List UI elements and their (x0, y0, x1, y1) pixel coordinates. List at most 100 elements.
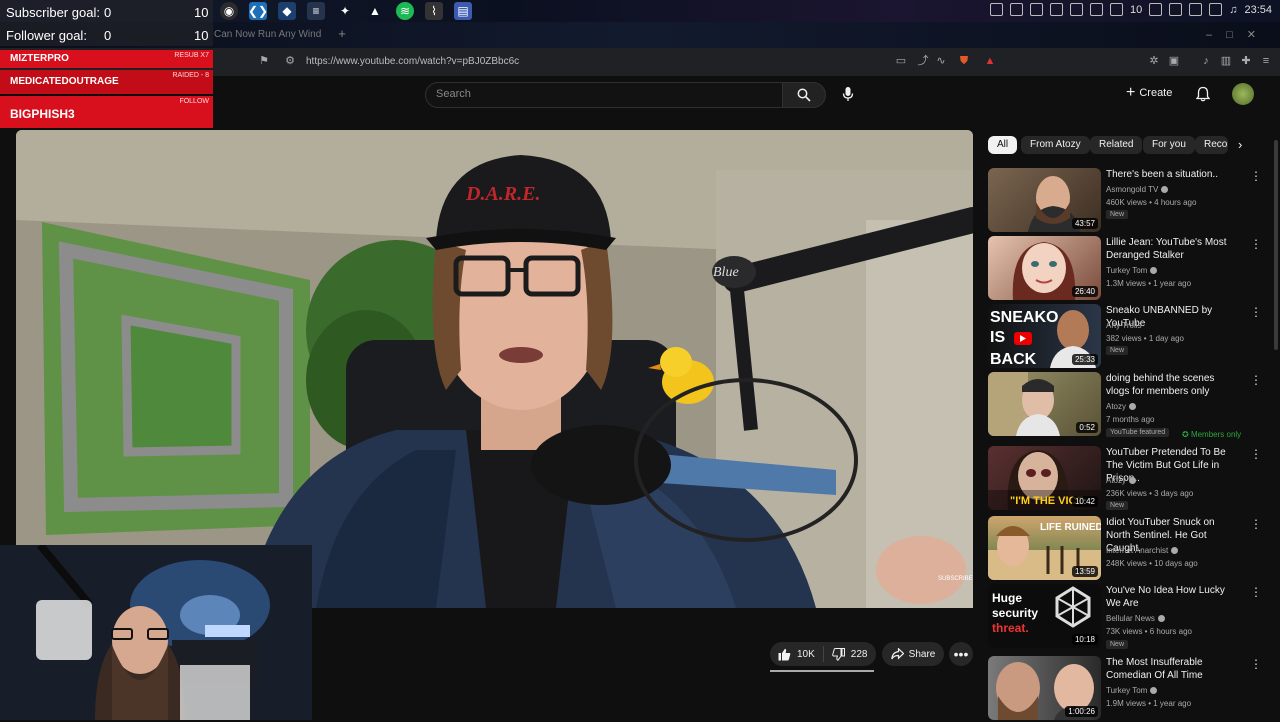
playlist-icon[interactable]: ♪ (1200, 55, 1212, 67)
list-item[interactable]: 0:52 doing behind the scenes vlogs for m… (988, 372, 1262, 439)
video-thumbnail[interactable]: 0:52 (988, 372, 1101, 436)
chevron-right-icon[interactable]: › (1238, 137, 1242, 152)
browser-tab[interactable]: Can Now Run Any Wind (214, 29, 321, 40)
channel-name[interactable]: Bellular News (1106, 613, 1165, 624)
chip-from-atozy[interactable]: From Atozy (1021, 136, 1090, 154)
more-vertical-icon[interactable]: ⋮ (1250, 586, 1262, 598)
list-item[interactable]: 26:40 Lillie Jean: YouTube's Most Derang… (988, 236, 1262, 302)
search-button[interactable] (782, 82, 826, 108)
channel-name[interactable]: Atozy (1106, 401, 1137, 412)
video-thumbnail[interactable]: Huge security threat. 10:18 (988, 584, 1101, 648)
thumbnail-text: LIFE RUINED (1040, 522, 1101, 533)
tray-app-icon[interactable] (1069, 3, 1083, 16)
share-url-icon[interactable]: ⤴ (917, 55, 929, 67)
search-input[interactable]: Search (436, 88, 471, 100)
tray-app-icon[interactable] (1089, 3, 1103, 16)
more-vertical-icon[interactable]: ⋮ (1250, 374, 1262, 386)
notifications-button[interactable] (1195, 86, 1211, 105)
video-duration: 1:00:26 (1065, 706, 1098, 717)
video-title[interactable]: Lillie Jean: YouTube's Most Deranged Sta… (1106, 236, 1236, 262)
share-button[interactable]: Share (882, 642, 944, 666)
video-title[interactable]: There's been a situation.. (1106, 168, 1236, 181)
extension-icon[interactable]: ▣ (1168, 55, 1180, 67)
channel-name[interactable]: Internet Anarchist (1106, 545, 1179, 556)
vscode-icon[interactable]: ❮❯ (248, 2, 268, 20)
tray-app-icon[interactable] (1189, 3, 1203, 16)
site-info-icon[interactable]: ⚙ (284, 55, 296, 67)
search-box[interactable]: Search (425, 82, 783, 108)
more-vertical-icon[interactable]: ⋮ (1250, 658, 1262, 670)
list-item[interactable]: 1:00:26 The Most Insufferable Comedian O… (988, 656, 1262, 722)
video-title[interactable]: doing behind the scenes vlogs for member… (1106, 372, 1236, 398)
extension-icon[interactable]: ✲ (1148, 55, 1160, 67)
more-vertical-icon[interactable]: ⋮ (1250, 170, 1262, 182)
browser-icon[interactable]: ✦ (336, 2, 354, 20)
list-item[interactable]: SNEAKO IS BACK 25:33 Sneako UNBANNED by … (988, 304, 1262, 370)
extensions-icon[interactable]: ✚ (1240, 55, 1252, 67)
list-item[interactable]: "I'M THE VICT 10:42 YouTuber Pretended T… (988, 446, 1262, 512)
new-badge: New (1106, 210, 1129, 219)
music-note-icon[interactable]: ♫ (1229, 4, 1237, 16)
chip-recently-uploaded[interactable]: Reco (1195, 136, 1228, 154)
upload-icon[interactable]: ▲ (366, 2, 384, 20)
rewards-icon[interactable]: ▲ (984, 55, 996, 67)
like-count: 10K (797, 648, 815, 660)
channel-name[interactable]: Turkey Tom (1106, 685, 1158, 696)
sidebar-scrollbar[interactable] (1274, 140, 1278, 350)
tray-app-icon[interactable] (989, 3, 1003, 16)
tray-app-icon[interactable] (1109, 3, 1123, 16)
tray-app-icon[interactable] (1169, 3, 1183, 16)
video-thumbnail[interactable]: LIFE RUINED 13:59 (988, 516, 1101, 580)
like-button[interactable]: 10K (770, 646, 824, 662)
spotify-icon[interactable]: ≋ (396, 2, 414, 20)
video-thumbnail[interactable]: 1:00:26 (988, 656, 1101, 720)
obs-icon[interactable]: ◉ (220, 2, 238, 20)
devtools-icon[interactable]: ≡ (307, 2, 325, 20)
more-vertical-icon[interactable]: ⋮ (1250, 238, 1262, 250)
brave-shield-icon[interactable]: ⛊ (958, 55, 970, 67)
rss-icon[interactable]: ∿ (935, 55, 947, 67)
chip-related[interactable]: Related (1090, 136, 1143, 154)
channel-name[interactable]: Atozy (1106, 475, 1137, 486)
url-field[interactable]: https://www.youtube.com/watch?v=pBJ0ZBbc… (306, 56, 519, 67)
video-player[interactable]: D.A.R.E. Blue SUBSCRIBE (16, 130, 973, 608)
video-thumbnail[interactable]: SNEAKO IS BACK 25:33 (988, 304, 1101, 368)
more-actions-button[interactable]: ••• (949, 642, 973, 666)
window-controls[interactable]: –□✕ (1206, 28, 1270, 41)
video-thumbnail[interactable]: 26:40 (988, 236, 1101, 300)
video-title[interactable]: You've No Idea How Lucky We Are (1106, 584, 1236, 610)
new-tab-button[interactable]: + (334, 26, 350, 42)
channel-name[interactable]: Turkey Tom (1106, 265, 1158, 276)
menu-icon[interactable]: ≡ (1260, 55, 1272, 67)
sidebar-icon[interactable]: ▥ (1220, 55, 1232, 67)
voice-search-button[interactable] (836, 82, 860, 106)
tray-app-icon[interactable] (1049, 3, 1063, 16)
stream-goals: Subscriber goal: 0 10 Follower goal: 0 1… (0, 0, 213, 46)
list-item[interactable]: Huge security threat. 10:18 You've No Id… (988, 584, 1262, 650)
video-title[interactable]: The Most Insufferable Comedian Of All Ti… (1106, 656, 1236, 682)
channel-name[interactable]: Arty Trolls (1106, 320, 1142, 331)
avatar[interactable] (1232, 83, 1254, 105)
goal-label: Subscriber goal: (6, 5, 100, 20)
chip-for-you[interactable]: For you (1143, 136, 1195, 154)
tray-app-icon[interactable] (1149, 3, 1163, 16)
bookmark-icon[interactable]: ⚑ (258, 55, 270, 67)
channel-name[interactable]: Asmongold TV (1106, 184, 1169, 195)
monitor-icon[interactable]: ⌇ (425, 2, 443, 20)
dislike-button[interactable]: 228 (824, 647, 876, 661)
video-thumbnail[interactable]: 43:57 (988, 168, 1101, 232)
chip-all[interactable]: All (988, 136, 1018, 154)
steam-icon[interactable]: ◆ (278, 2, 296, 20)
more-vertical-icon[interactable]: ⋮ (1250, 448, 1262, 460)
screen-icon[interactable]: ▭ (895, 55, 907, 67)
list-item[interactable]: 43:57 There's been a situation.. Asmongo… (988, 168, 1262, 234)
more-vertical-icon[interactable]: ⋮ (1250, 518, 1262, 530)
create-button[interactable]: + Create (1126, 85, 1172, 101)
notes-icon[interactable]: ▤ (454, 2, 472, 20)
tray-app-icon[interactable] (1209, 3, 1223, 16)
tray-app-icon[interactable] (1029, 3, 1043, 16)
tray-app-icon[interactable] (1009, 3, 1023, 16)
more-vertical-icon[interactable]: ⋮ (1250, 306, 1262, 318)
list-item[interactable]: LIFE RUINED 13:59 Idiot YouTuber Snuck o… (988, 516, 1262, 582)
video-thumbnail[interactable]: "I'M THE VICT 10:42 (988, 446, 1101, 510)
